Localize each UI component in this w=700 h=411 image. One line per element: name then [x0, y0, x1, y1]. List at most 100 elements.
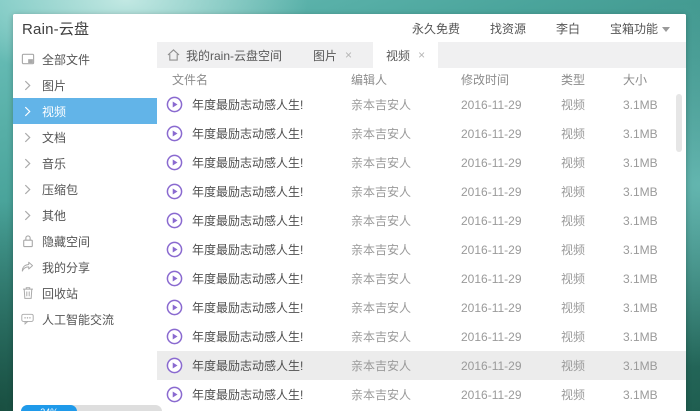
column-header-modified[interactable]: 修改时间 [461, 71, 561, 88]
file-type: 视频 [561, 96, 623, 113]
table-row[interactable]: 年度最励志动感人生!亲本吉安人2016-11-29视频3.1MB [157, 264, 686, 293]
tab-bar: 我的rain-云盘空间 图片×视频× [157, 42, 686, 68]
play-icon[interactable] [163, 241, 185, 258]
all-files-icon [20, 52, 35, 66]
header-links: 永久免费 找资源 李白 宝箱功能 [412, 20, 686, 37]
play-icon[interactable] [163, 270, 185, 287]
play-icon[interactable] [163, 154, 185, 171]
sidebar-item-0[interactable]: 全部文件 [13, 46, 157, 72]
table-row[interactable]: 年度最励志动感人生!亲本吉安人2016-11-29视频3.1MB [157, 235, 686, 264]
file-type: 视频 [561, 270, 623, 287]
file-type: 视频 [561, 183, 623, 200]
sidebar-item-label: 其他 [42, 207, 66, 224]
table-row[interactable]: 年度最励志动感人生!亲本吉安人2016-11-29视频3.1MB [157, 322, 686, 351]
sidebar-item-10[interactable]: 人工智能交流 [13, 306, 157, 332]
table-row[interactable]: 年度最励志动感人生!亲本吉安人2016-11-29视频3.1MB [157, 206, 686, 235]
file-editor: 亲本吉安人 [351, 125, 461, 142]
play-icon[interactable] [163, 183, 185, 200]
close-icon[interactable]: × [418, 48, 425, 62]
column-header-filename[interactable]: 文件名 [157, 71, 351, 88]
table-row[interactable]: 年度最励志动感人生!亲本吉安人2016-11-29视频3.1MB [157, 119, 686, 148]
sidebar-item-1[interactable]: 图片 [13, 72, 157, 98]
sidebar-item-label: 人工智能交流 [42, 311, 114, 328]
sidebar-item-label: 回收站 [42, 285, 78, 302]
table-row[interactable]: 年度最励志动感人生!亲本吉安人2016-11-29视频3.1MB [157, 148, 686, 177]
column-header-type[interactable]: 类型 [561, 71, 623, 88]
file-editor: 亲本吉安人 [351, 328, 461, 345]
table-header: 文件名 编辑人 修改时间 类型 大小 [157, 68, 686, 90]
file-modified: 2016-11-29 [461, 243, 561, 257]
file-modified: 2016-11-29 [461, 388, 561, 402]
chevron-right-icon [20, 132, 35, 143]
sidebar-item-label: 文档 [42, 129, 66, 146]
sidebar: 全部文件图片视频文档音乐压缩包其他隐藏空间我的分享回收站人工智能交流 34% 1… [13, 42, 157, 411]
tab-label: 图片 [313, 47, 337, 64]
storage-percent: 34% [40, 407, 58, 411]
scrollbar-thumb[interactable] [676, 94, 682, 152]
file-editor: 亲本吉安人 [351, 183, 461, 200]
header-link-1[interactable]: 找资源 [490, 20, 526, 37]
play-icon[interactable] [163, 299, 185, 316]
file-size: 3.1MB [623, 214, 686, 228]
sidebar-item-9[interactable]: 回收站 [13, 280, 157, 306]
play-icon[interactable] [163, 357, 185, 374]
app-title: Rain-云盘 [13, 18, 89, 39]
sidebar-item-5[interactable]: 压缩包 [13, 176, 157, 202]
app-window: Rain-云盘 永久免费找资源李白宝箱功能 全部文件图片视频文档音乐压缩包其他隐… [13, 14, 686, 411]
sidebar-item-label: 音乐 [42, 155, 66, 172]
table-row[interactable]: 年度最励志动感人生!亲本吉安人2016-11-29视频3.1MB [157, 293, 686, 322]
table-row[interactable]: 年度最励志动感人生!亲本吉安人2016-11-29视频3.1MB [157, 177, 686, 206]
chevron-right-icon [20, 184, 35, 195]
play-icon[interactable] [163, 212, 185, 229]
file-size: 3.1MB [623, 243, 686, 257]
column-header-size[interactable]: 大小 [623, 71, 686, 88]
file-modified: 2016-11-29 [461, 272, 561, 286]
trash-icon [20, 286, 35, 300]
file-name: 年度最励志动感人生! [185, 386, 351, 403]
share-icon [20, 261, 35, 273]
file-editor: 亲本吉安人 [351, 212, 461, 229]
table-row[interactable]: 年度最励志动感人生!亲本吉安人2016-11-29视频3.1MB [157, 90, 686, 119]
file-size: 3.1MB [623, 330, 686, 344]
breadcrumb[interactable]: 我的rain-云盘空间 [157, 42, 292, 68]
file-editor: 亲本吉安人 [351, 357, 461, 374]
chat-icon [20, 313, 35, 325]
file-size: 3.1MB [623, 359, 686, 373]
table-row[interactable]: 年度最励志动感人生!亲本吉安人2016-11-29视频3.1MB [157, 380, 686, 409]
sidebar-item-6[interactable]: 其他 [13, 202, 157, 228]
sidebar-item-label: 视频 [42, 103, 66, 120]
file-editor: 亲本吉安人 [351, 299, 461, 316]
tab-1[interactable]: 视频× [373, 42, 438, 68]
file-size: 3.1MB [623, 156, 686, 170]
play-icon[interactable] [163, 386, 185, 403]
file-type: 视频 [561, 357, 623, 374]
header-link-3[interactable]: 宝箱功能 [610, 20, 670, 37]
main-area: 我的rain-云盘空间 图片×视频× 文件名 编辑人 修改时间 类型 大小 年度… [157, 42, 686, 411]
sidebar-item-8[interactable]: 我的分享 [13, 254, 157, 280]
file-type: 视频 [561, 212, 623, 229]
file-name: 年度最励志动感人生! [185, 328, 351, 345]
storage-progressbar: 34% [21, 405, 162, 411]
file-modified: 2016-11-29 [461, 301, 561, 315]
play-icon[interactable] [163, 125, 185, 142]
header-link-2[interactable]: 李白 [556, 20, 580, 37]
close-icon[interactable]: × [345, 48, 352, 62]
sidebar-item-7[interactable]: 隐藏空间 [13, 228, 157, 254]
play-icon[interactable] [163, 96, 185, 113]
sidebar-item-label: 压缩包 [42, 181, 78, 198]
file-type: 视频 [561, 328, 623, 345]
file-editor: 亲本吉安人 [351, 241, 461, 258]
sidebar-item-2[interactable]: 视频 [13, 98, 157, 124]
sidebar-item-4[interactable]: 音乐 [13, 150, 157, 176]
chevron-right-icon [20, 210, 35, 221]
header-link-0[interactable]: 永久免费 [412, 20, 460, 37]
file-modified: 2016-11-29 [461, 330, 561, 344]
tab-0[interactable]: 图片 × [300, 42, 365, 68]
file-name: 年度最励志动感人生! [185, 357, 351, 374]
file-list: 年度最励志动感人生!亲本吉安人2016-11-29视频3.1MB年度最励志动感人… [157, 90, 686, 411]
file-type: 视频 [561, 154, 623, 171]
sidebar-item-3[interactable]: 文档 [13, 124, 157, 150]
column-header-editor[interactable]: 编辑人 [351, 71, 461, 88]
table-row[interactable]: 年度最励志动感人生!亲本吉安人2016-11-29视频3.1MB [157, 351, 686, 380]
play-icon[interactable] [163, 328, 185, 345]
